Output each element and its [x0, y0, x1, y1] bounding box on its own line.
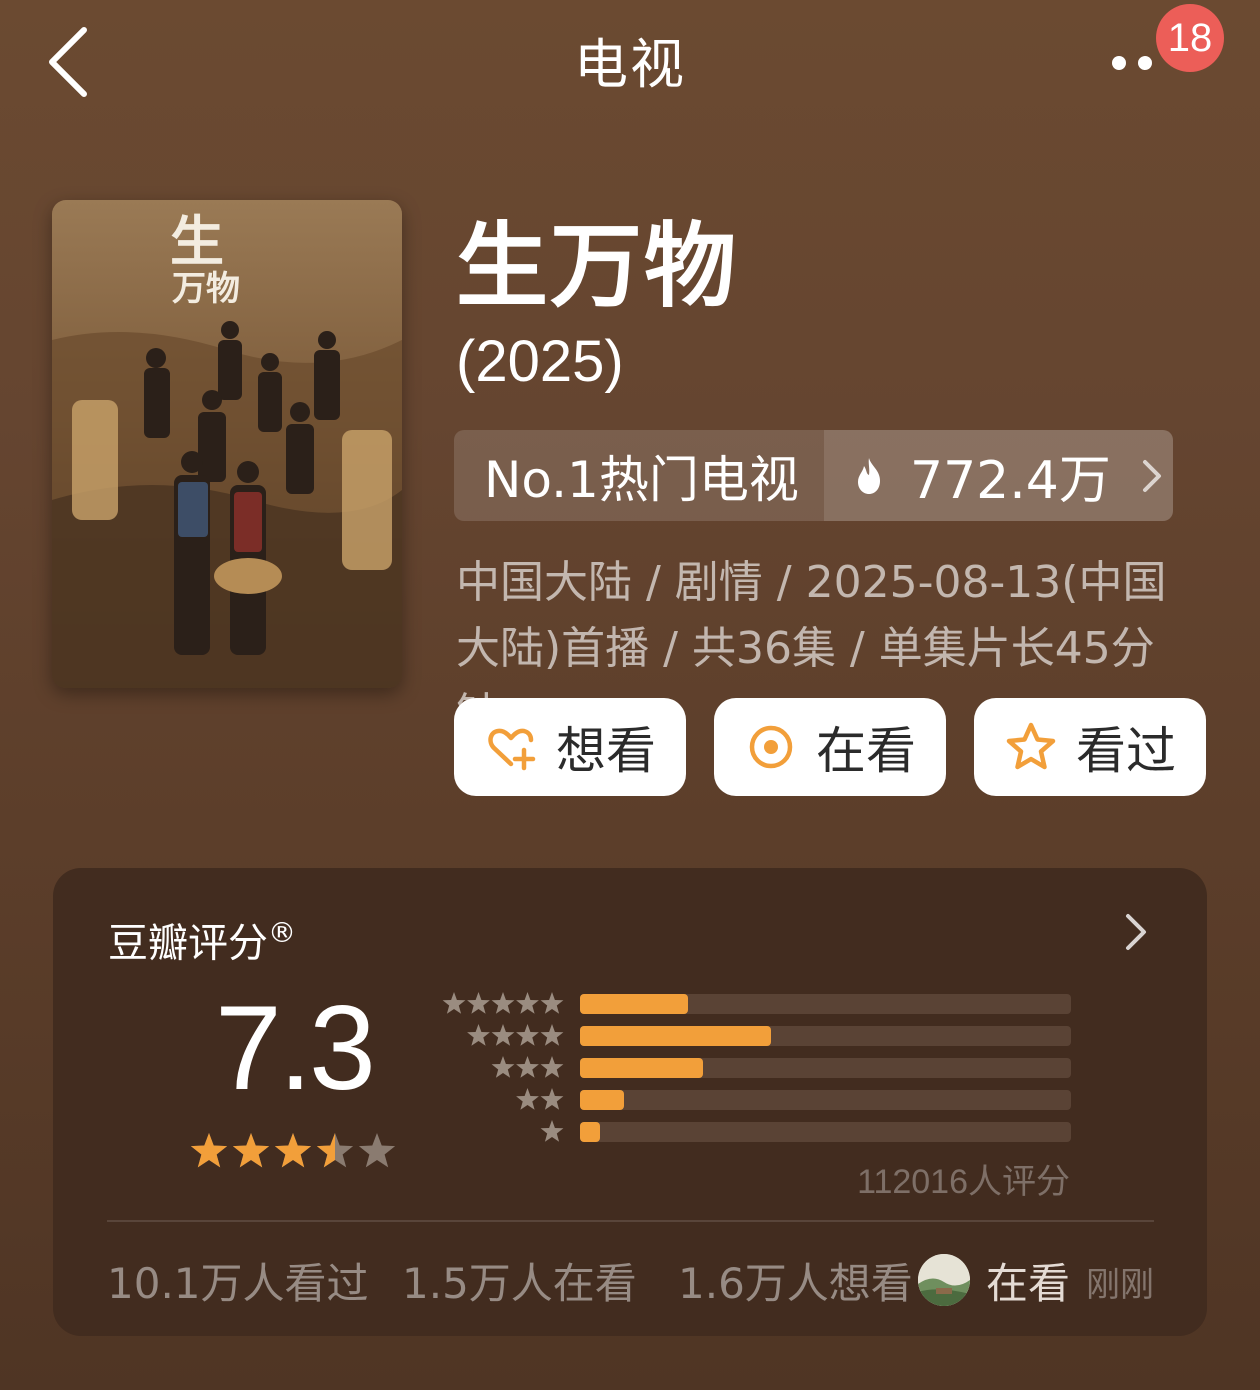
rating-star-filled — [274, 1133, 312, 1168]
show-year: (2025) — [456, 329, 624, 394]
chevron-right-icon[interactable] — [1122, 910, 1150, 954]
rating-star — [358, 1133, 396, 1168]
watched-button[interactable]: 看过 — [974, 698, 1206, 796]
distribution-star-icon — [442, 992, 466, 1014]
friend-status-time: 刚刚 — [1086, 1265, 1154, 1305]
distribution-star-icon — [516, 1024, 539, 1046]
rating-card-title: 豆瓣评分® — [108, 906, 296, 970]
watched-label: 看过 — [1076, 722, 1176, 780]
watching-label: 在看 — [816, 722, 916, 780]
distribution-star-icon — [467, 992, 490, 1014]
distribution-stars-5 — [440, 991, 564, 1017]
more-button[interactable] — [1104, 48, 1164, 78]
target-icon — [749, 725, 793, 769]
svg-text:万物: 万物 — [172, 269, 240, 309]
poster-image[interactable]: 生 万物 — [52, 200, 402, 688]
svg-text:生: 生 — [170, 209, 224, 273]
distribution-bar-track — [580, 1122, 1071, 1142]
distribution-bar-track — [580, 1058, 1071, 1078]
page-title: 电视 — [574, 33, 686, 96]
notification-badge[interactable]: 18 — [1156, 4, 1224, 72]
rating-score: 7.3 — [215, 981, 376, 1115]
registered-mark: ® — [268, 916, 296, 949]
stat-want[interactable]: 1.6万人想看 — [678, 1256, 913, 1312]
rating-star-filled — [190, 1133, 228, 1168]
distribution-star-icon — [516, 992, 539, 1014]
heat-value: 772.4万 — [910, 451, 1111, 511]
distribution-bar-4-star — [580, 1026, 771, 1046]
fire-icon — [858, 457, 880, 494]
distribution-star-icon — [491, 1024, 515, 1046]
distribution-star-icon — [540, 1056, 564, 1078]
distribution-star-icon — [540, 992, 564, 1014]
rating-title-text: 豆瓣评分 — [108, 920, 268, 967]
distribution-stars-3 — [440, 1055, 564, 1081]
want-to-watch-button[interactable]: 想看 — [454, 698, 686, 796]
hot-rank-bar[interactable]: No.1热门电视 772.4万 — [454, 430, 1173, 521]
star-outline-icon — [1006, 722, 1056, 770]
watching-button[interactable]: 在看 — [714, 698, 946, 796]
friend-status: 在看 — [986, 1259, 1071, 1308]
stat-watched[interactable]: 10.1万人看过 — [107, 1256, 369, 1312]
want-to-watch-label: 想看 — [556, 722, 656, 780]
distribution-stars-4 — [440, 1023, 564, 1049]
rank-label: No.1热门电视 — [454, 430, 824, 521]
distribution-star-icon — [540, 1120, 564, 1142]
heart-plus-icon — [488, 728, 536, 771]
chevron-right-icon — [1142, 459, 1161, 492]
distribution-bar-track — [580, 994, 1071, 1014]
distribution-bar-5-star — [580, 994, 688, 1014]
distribution-bar-track — [580, 1090, 1071, 1110]
friend-avatar[interactable] — [918, 1254, 970, 1306]
show-title: 生万物 — [456, 213, 739, 320]
heat-section[interactable]: 772.4万 — [824, 430, 1173, 521]
distribution-star-icon — [540, 1088, 564, 1110]
distribution-bar-1-star — [580, 1122, 600, 1142]
distribution-star-icon — [491, 992, 515, 1014]
distribution-bar-2-star — [580, 1090, 624, 1110]
rating-star-filled — [232, 1133, 270, 1168]
score-stars — [190, 1133, 396, 1168]
votes-count[interactable]: 112016人评分 — [580, 1160, 1070, 1204]
more-icon — [1112, 56, 1126, 70]
distribution-star-icon — [491, 1056, 515, 1078]
distribution-bar-3-star — [580, 1058, 703, 1078]
more-icon-dot — [1138, 56, 1152, 70]
distribution-bar-track — [580, 1026, 1071, 1046]
distribution-stars-2 — [440, 1087, 564, 1113]
stat-watching[interactable]: 1.5万人在看 — [402, 1256, 637, 1312]
distribution-star-icon — [516, 1088, 539, 1110]
divider — [107, 1220, 1154, 1222]
distribution-star-icon — [516, 1056, 539, 1078]
distribution-star-icon — [540, 1024, 564, 1046]
distribution-stars-1 — [440, 1119, 564, 1145]
distribution-star-icon — [467, 1024, 490, 1046]
